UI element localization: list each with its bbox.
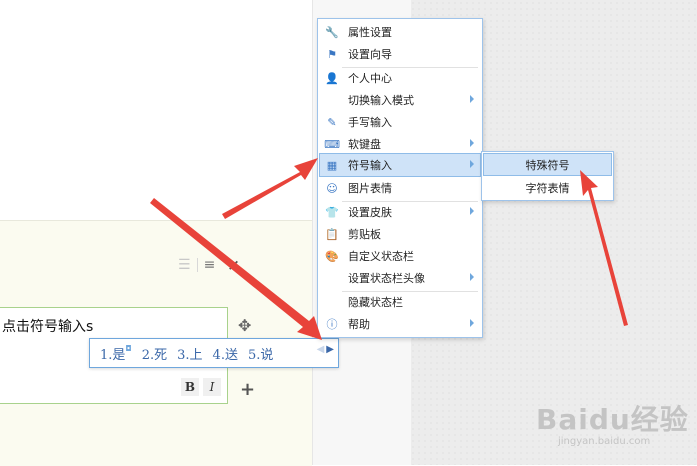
menu-item-label: 个人中心: [348, 72, 392, 85]
menu-item-label: 切换输入模式: [348, 94, 414, 107]
menu-item-label: 设置皮肤: [348, 206, 392, 219]
submenu-item-text-emoticons[interactable]: 字符表情: [484, 177, 611, 198]
shirt-icon: 👕: [325, 205, 339, 219]
menu-item-switch-mode[interactable]: 切换输入模式: [320, 89, 480, 111]
editor-toolbar: ☰ ≡ ×: [178, 256, 240, 274]
menu-item-label: 设置向导: [348, 48, 392, 61]
candidate-item[interactable]: 1.是◘: [100, 344, 132, 363]
candidate-item[interactable]: 5.说: [248, 344, 273, 363]
bold-button[interactable]: B: [181, 378, 199, 396]
menu-item-hide-statusbar[interactable]: 隐藏状态栏: [320, 291, 480, 313]
symbol-icon: ▦: [326, 158, 338, 172]
menu-item-setup-wizard[interactable]: ⚑ 设置向导: [320, 43, 480, 65]
submenu-arrow-icon: [470, 139, 474, 147]
watermark-brand: Baidu经验: [536, 403, 689, 436]
menu-item-label: 隐藏状态栏: [348, 296, 403, 309]
menu-item-label: 手写输入: [348, 116, 392, 129]
menu-item-label: 自定义状态栏: [348, 250, 414, 263]
menu-item-handwriting[interactable]: ✎ 手写输入: [320, 111, 480, 133]
menu-item-label: 属性设置: [348, 26, 392, 39]
submenu-item-special-symbols[interactable]: 特殊符号: [483, 153, 612, 176]
ime-candidate-bar: 1.是◘ 2.死 3.上 4.送 5.说 ◀ ▶: [89, 338, 339, 368]
menu-item-help[interactable]: ⓘ 帮助: [320, 313, 480, 335]
menu-item-label: 符号输入: [348, 159, 392, 172]
submenu-arrow-icon: [470, 273, 474, 281]
menu-item-custom-statusbar[interactable]: 🎨 自定义状态栏: [320, 245, 480, 267]
pen-icon: ✎: [327, 115, 337, 129]
help-icon: ⓘ: [326, 318, 338, 331]
menu-item-image-emoji[interactable]: ☺ 图片表情: [320, 177, 480, 199]
candidate-item[interactable]: 2.死: [142, 344, 167, 363]
prev-page-icon[interactable]: ◀: [317, 344, 325, 355]
candidate-nav: ◀ ▶: [317, 344, 334, 355]
toolbar-divider: [196, 258, 198, 272]
submenu-arrow-icon: [470, 207, 474, 215]
submenu-arrow-icon: [470, 160, 474, 168]
wrench-icon: 🔧: [325, 25, 339, 39]
menu-item-user-center[interactable]: 👤 个人中心: [320, 67, 480, 89]
annotation-arrow: [222, 158, 318, 219]
smiley-icon: ☺: [326, 181, 338, 195]
input-text: 点击符号输入s: [2, 319, 94, 335]
submenu-arrow-icon: [470, 95, 474, 103]
italic-button[interactable]: I: [203, 378, 221, 396]
baidu-watermark: Baidu经验 jingyan.baidu.com: [536, 398, 689, 447]
menu-item-symbol-input[interactable]: ▦ 符号输入: [319, 153, 481, 177]
menu-item-skin[interactable]: 👕 设置皮肤: [320, 201, 480, 223]
menu-item-label: 剪贴板: [348, 228, 381, 241]
menu-item-label: 图片表情: [348, 182, 392, 195]
symbol-submenu: 特殊符号 字符表情: [481, 151, 614, 201]
candidate-item[interactable]: 3.上: [177, 344, 202, 363]
move-icon[interactable]: ✥: [238, 316, 251, 335]
next-page-icon[interactable]: ▶: [326, 344, 334, 355]
menu-item-label: 软键盘: [348, 138, 381, 151]
palette-icon: 🎨: [325, 249, 339, 263]
close-icon[interactable]: ×: [227, 256, 240, 274]
candidate-marker-icon: ◘: [125, 343, 132, 353]
candidate-item[interactable]: 4.送: [213, 344, 238, 363]
submenu-arrow-icon: [470, 319, 474, 327]
ime-context-menu: 🔧 属性设置 ⚑ 设置向导 👤 个人中心 切换输入模式 ✎ 手写输入 ⌨ 软键盘…: [317, 18, 483, 338]
menu-item-label: 设置状态栏头像: [348, 272, 425, 285]
clipboard-icon: 📋: [325, 227, 339, 241]
flag-icon: ⚑: [327, 47, 337, 61]
list-icon[interactable]: ☰: [178, 257, 191, 273]
user-icon: 👤: [325, 71, 339, 85]
menu-item-statusbar-avatar[interactable]: 设置状态栏头像: [320, 267, 480, 289]
menu-item-label: 帮助: [348, 318, 370, 331]
menu-item-clipboard[interactable]: 📋 剪贴板: [320, 223, 480, 245]
align-icon[interactable]: ≡: [204, 257, 216, 273]
keyboard-icon: ⌨: [324, 137, 340, 151]
add-icon[interactable]: +: [240, 379, 255, 400]
menu-item-soft-keyboard[interactable]: ⌨ 软键盘: [320, 133, 480, 155]
menu-item-properties[interactable]: 🔧 属性设置: [320, 21, 480, 43]
